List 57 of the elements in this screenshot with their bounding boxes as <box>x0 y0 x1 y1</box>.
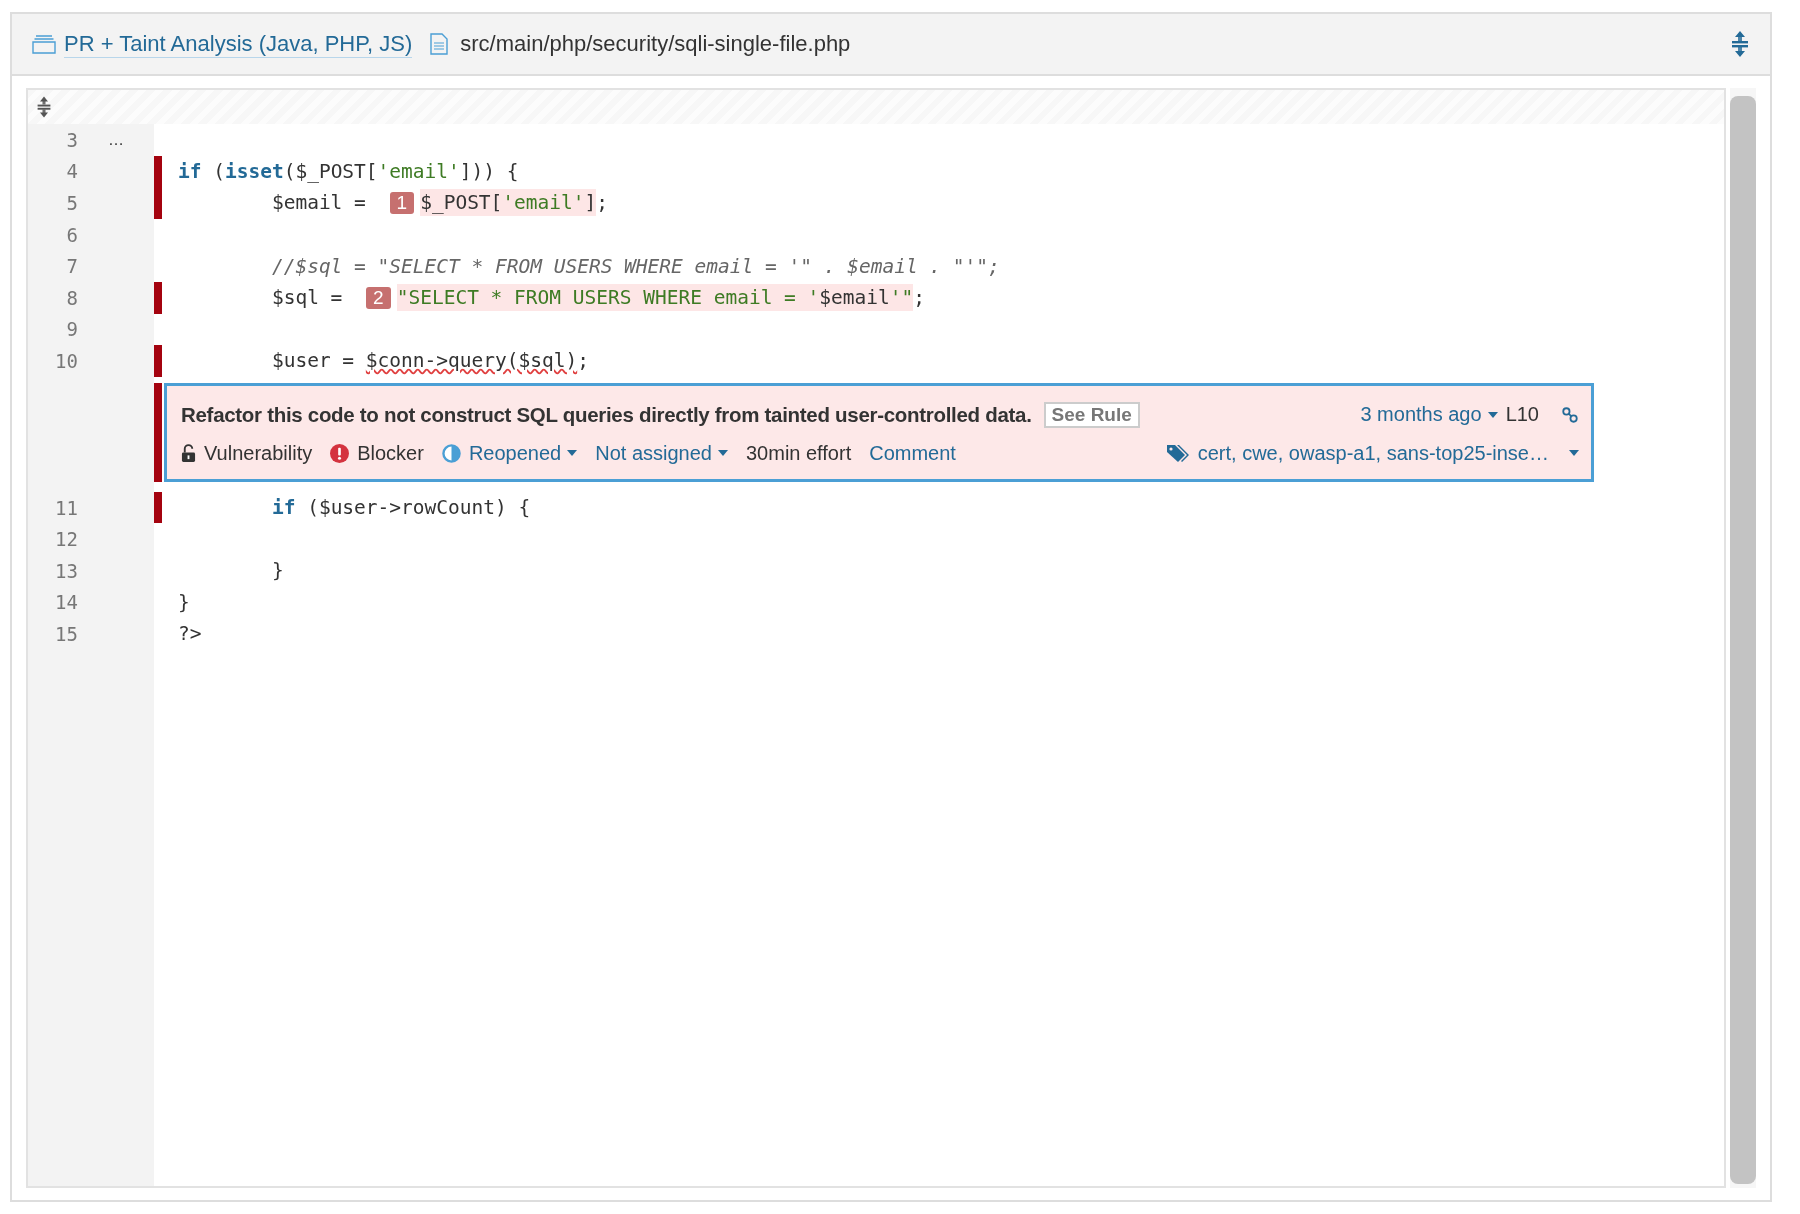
line-number: 10 <box>54 349 78 372</box>
caret-icon <box>1569 450 1579 457</box>
line-number: 13 <box>54 559 78 582</box>
code-text: //$sql = "SELECT * FROM USERS WHERE email = '" . $email . "'"; <box>270 254 1000 278</box>
line-number: 15 <box>54 622 78 645</box>
half-circle-icon <box>441 443 461 463</box>
tags-dropdown[interactable]: cert, cwe, owasp-a1, sans-top25-inse… <box>1197 441 1579 465</box>
file-icon <box>430 33 449 55</box>
code-text: $email = <box>270 191 367 215</box>
code-text: ?> <box>178 622 202 646</box>
issue-card[interactable] <box>164 382 1594 482</box>
code-text: if ($user->rowCount) { <box>270 496 531 520</box>
tags-icon <box>1165 443 1190 464</box>
code-text: $user = $conn->query($sql); <box>270 349 589 373</box>
caret-icon <box>717 450 728 457</box>
line-number: 8 <box>65 286 78 309</box>
expand-lines-button[interactable]: … <box>108 130 124 148</box>
line-number: 11 <box>54 496 78 519</box>
expand-collapse-icon[interactable] <box>1730 30 1750 58</box>
folder-stack-icon <box>32 34 56 54</box>
line-number: 4 <box>65 160 78 183</box>
issue-severity: Blocker <box>357 441 424 465</box>
assignee-dropdown[interactable]: Not assigned <box>595 441 728 465</box>
unlocked-padlock-icon <box>181 443 196 463</box>
issue-line: L10 <box>1505 403 1539 427</box>
caret-icon <box>1487 411 1498 418</box>
code-text: } <box>270 559 284 583</box>
line-number: 5 <box>65 192 78 214</box>
code-text: "SELECT * FROM USERS WHERE email = '$email'" <box>396 284 914 312</box>
code-text: } <box>178 590 190 614</box>
line-number: 3 <box>65 128 78 151</box>
line-number: 6 <box>65 223 78 246</box>
code-text: if (isset($_POST['email'])) { <box>178 159 519 183</box>
exclamation-circle-icon <box>330 443 350 463</box>
scrollbar-thumb[interactable] <box>1730 96 1756 1184</box>
flow-step-badge[interactable]: 2 <box>366 286 391 309</box>
file-path: src/main/php/security/sqli-single-file.php <box>460 31 851 57</box>
line-number: 12 <box>54 528 78 551</box>
issue-message: Refactor this code to not construct SQL queries directly from tainted user-controlled data. <box>181 402 1032 427</box>
code-text: $_POST['email'] <box>420 189 597 217</box>
comment-link[interactable]: Comment <box>869 441 956 465</box>
code-text: $sql = <box>270 286 344 310</box>
issue-type: Vulnerability <box>204 441 313 465</box>
line-number: 7 <box>65 255 78 278</box>
code-text: ; <box>596 191 609 215</box>
project-link[interactable]: PR + Taint Analysis (Java, PHP, JS) <box>64 30 413 58</box>
see-rule-button[interactable]: See Rule <box>1043 401 1140 428</box>
status-dropdown[interactable]: Reopened <box>468 441 578 465</box>
issue-age-dropdown[interactable]: 3 months ago <box>1360 403 1498 427</box>
expand-lines-icon[interactable] <box>36 95 52 119</box>
link-icon[interactable] <box>1561 405 1579 424</box>
caret-icon <box>567 450 578 457</box>
line-number: 14 <box>54 591 78 614</box>
code-text: ; <box>913 286 925 310</box>
line-number: 9 <box>65 318 78 341</box>
issue-effort: 30min effort <box>745 441 852 465</box>
flow-step-badge[interactable]: 1 <box>389 192 415 214</box>
